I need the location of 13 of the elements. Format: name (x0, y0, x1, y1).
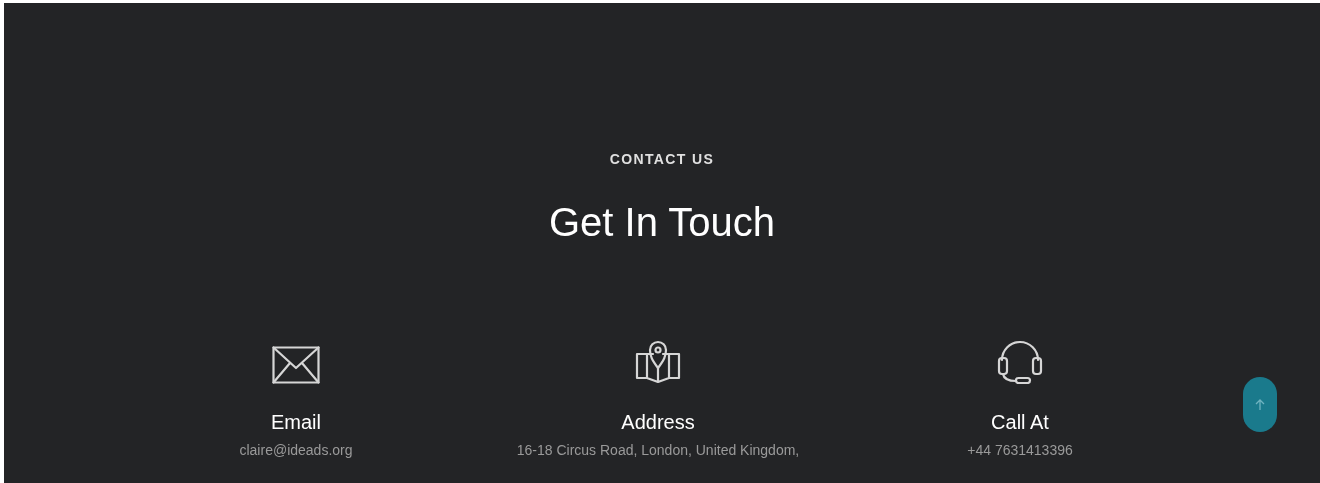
map-pin-icon (635, 340, 681, 384)
scroll-to-top-button[interactable] (1243, 377, 1277, 432)
contact-label: Email (271, 410, 321, 434)
contact-value: 16-18 Circus Road, London, United Kingdom, (516, 441, 800, 459)
arrow-up-icon (1255, 398, 1265, 411)
envelope-icon (272, 346, 320, 384)
contact-label: Call At (991, 410, 1049, 434)
contact-value: +44 7631413396 (967, 441, 1073, 459)
eyebrow-text: CONTACT US (609, 150, 715, 169)
contact-label: Address (621, 410, 695, 434)
section-title: Get In Touch (548, 199, 776, 246)
contact-value: claire@ideads.org (239, 441, 353, 459)
headset-icon (996, 338, 1044, 384)
